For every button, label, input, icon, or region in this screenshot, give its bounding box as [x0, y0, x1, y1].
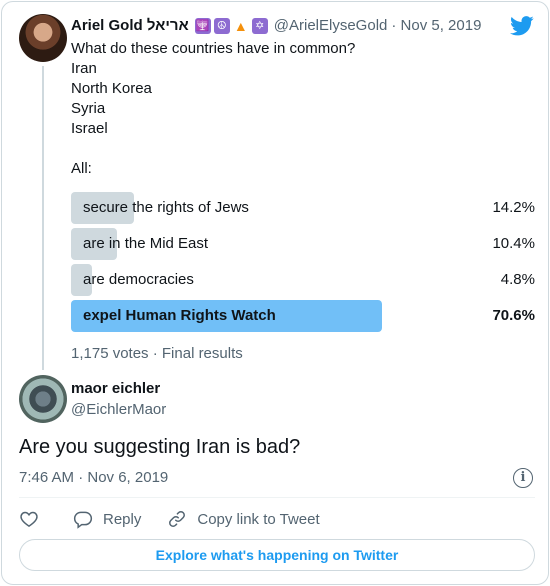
copy-link-button[interactable]: Copy link to Tweet	[167, 509, 320, 529]
fire-emoji-icon: ▲	[233, 17, 248, 34]
peace-emoji-icon: ☮	[213, 17, 230, 34]
poll-option-label: are democracies	[83, 271, 194, 288]
poll-option-percent: 4.8%	[500, 271, 535, 288]
heart-icon	[20, 511, 38, 527]
poll: secure the rights of Jews 14.2% are in t…	[71, 192, 535, 336]
reply-button-label: Reply	[103, 510, 142, 528]
reply-author-avatar[interactable]	[19, 375, 67, 423]
tweet-embed-card: Ariel Gold אריאל 🕎 ☮ ▲ ✡ @ArielElyseGold…	[1, 1, 549, 585]
reply-button[interactable]: Reply	[73, 509, 141, 529]
explore-twitter-button[interactable]: Explore what's happening on Twitter	[19, 539, 535, 571]
poll-option: secure the rights of Jews 14.2%	[71, 192, 535, 224]
tweet-text: What do these countries have in common? …	[71, 39, 355, 179]
tweet-date[interactable]: · Nov 5, 2019	[391, 17, 481, 34]
star-of-david-emoji-icon: ✡	[251, 17, 268, 34]
poll-results-meta: 1,175 votes · Final results	[71, 345, 243, 362]
copy-link-button-label: Copy link to Tweet	[197, 510, 320, 528]
reply-text: Are you suggesting Iran is bad?	[19, 436, 301, 458]
twitter-bird-icon[interactable]	[510, 16, 534, 36]
reply-author-display-name[interactable]: maor eichler	[71, 380, 160, 397]
tweet-text-line: Israel	[71, 120, 108, 137]
poll-option-label: expel Human Rights Watch	[83, 307, 276, 324]
tweet-text-line: Syria	[71, 100, 106, 117]
author-avatar[interactable]	[19, 14, 67, 62]
poll-option-label: secure the rights of Jews	[83, 199, 249, 216]
reply-author-handle[interactable]: @EichlerMaor	[71, 401, 166, 418]
tweet-text-line: What do these countries have in common?	[71, 40, 356, 57]
author-display-name[interactable]: Ariel Gold אריאל	[71, 17, 189, 34]
poll-option: are democracies 4.8%	[71, 264, 535, 296]
tweet-text-line: North Korea	[71, 80, 152, 97]
poll-option-winner: expel Human Rights Watch 70.6%	[71, 300, 535, 332]
tweet-header: Ariel Gold אריאל 🕎 ☮ ▲ ✡ @ArielElyseGold…	[71, 17, 481, 34]
tweet-text-line: All:	[71, 160, 92, 177]
poll-option: are in the Mid East 10.4%	[71, 228, 535, 260]
poll-option-percent: 14.2%	[492, 199, 535, 216]
tweet-actions: Reply Copy link to Tweet	[19, 509, 346, 529]
menorah-emoji-icon: 🕎	[194, 17, 211, 34]
thread-connector-line	[42, 66, 44, 370]
author-handle[interactable]: @ArielElyseGold	[274, 17, 388, 34]
poll-option-percent: 10.4%	[492, 235, 535, 252]
like-button[interactable]	[19, 509, 39, 529]
reply-timestamp[interactable]: 7:46 AM · Nov 6, 2019	[19, 469, 168, 486]
tweet-text-line	[71, 139, 355, 159]
poll-option-percent: 70.6%	[492, 307, 535, 324]
info-icon[interactable]: i	[513, 468, 533, 488]
poll-option-label: are in the Mid East	[83, 235, 209, 252]
divider	[19, 497, 535, 498]
reply-bubble-icon	[73, 511, 93, 529]
tweet-text-line: Iran	[71, 60, 97, 77]
link-icon	[169, 511, 186, 527]
